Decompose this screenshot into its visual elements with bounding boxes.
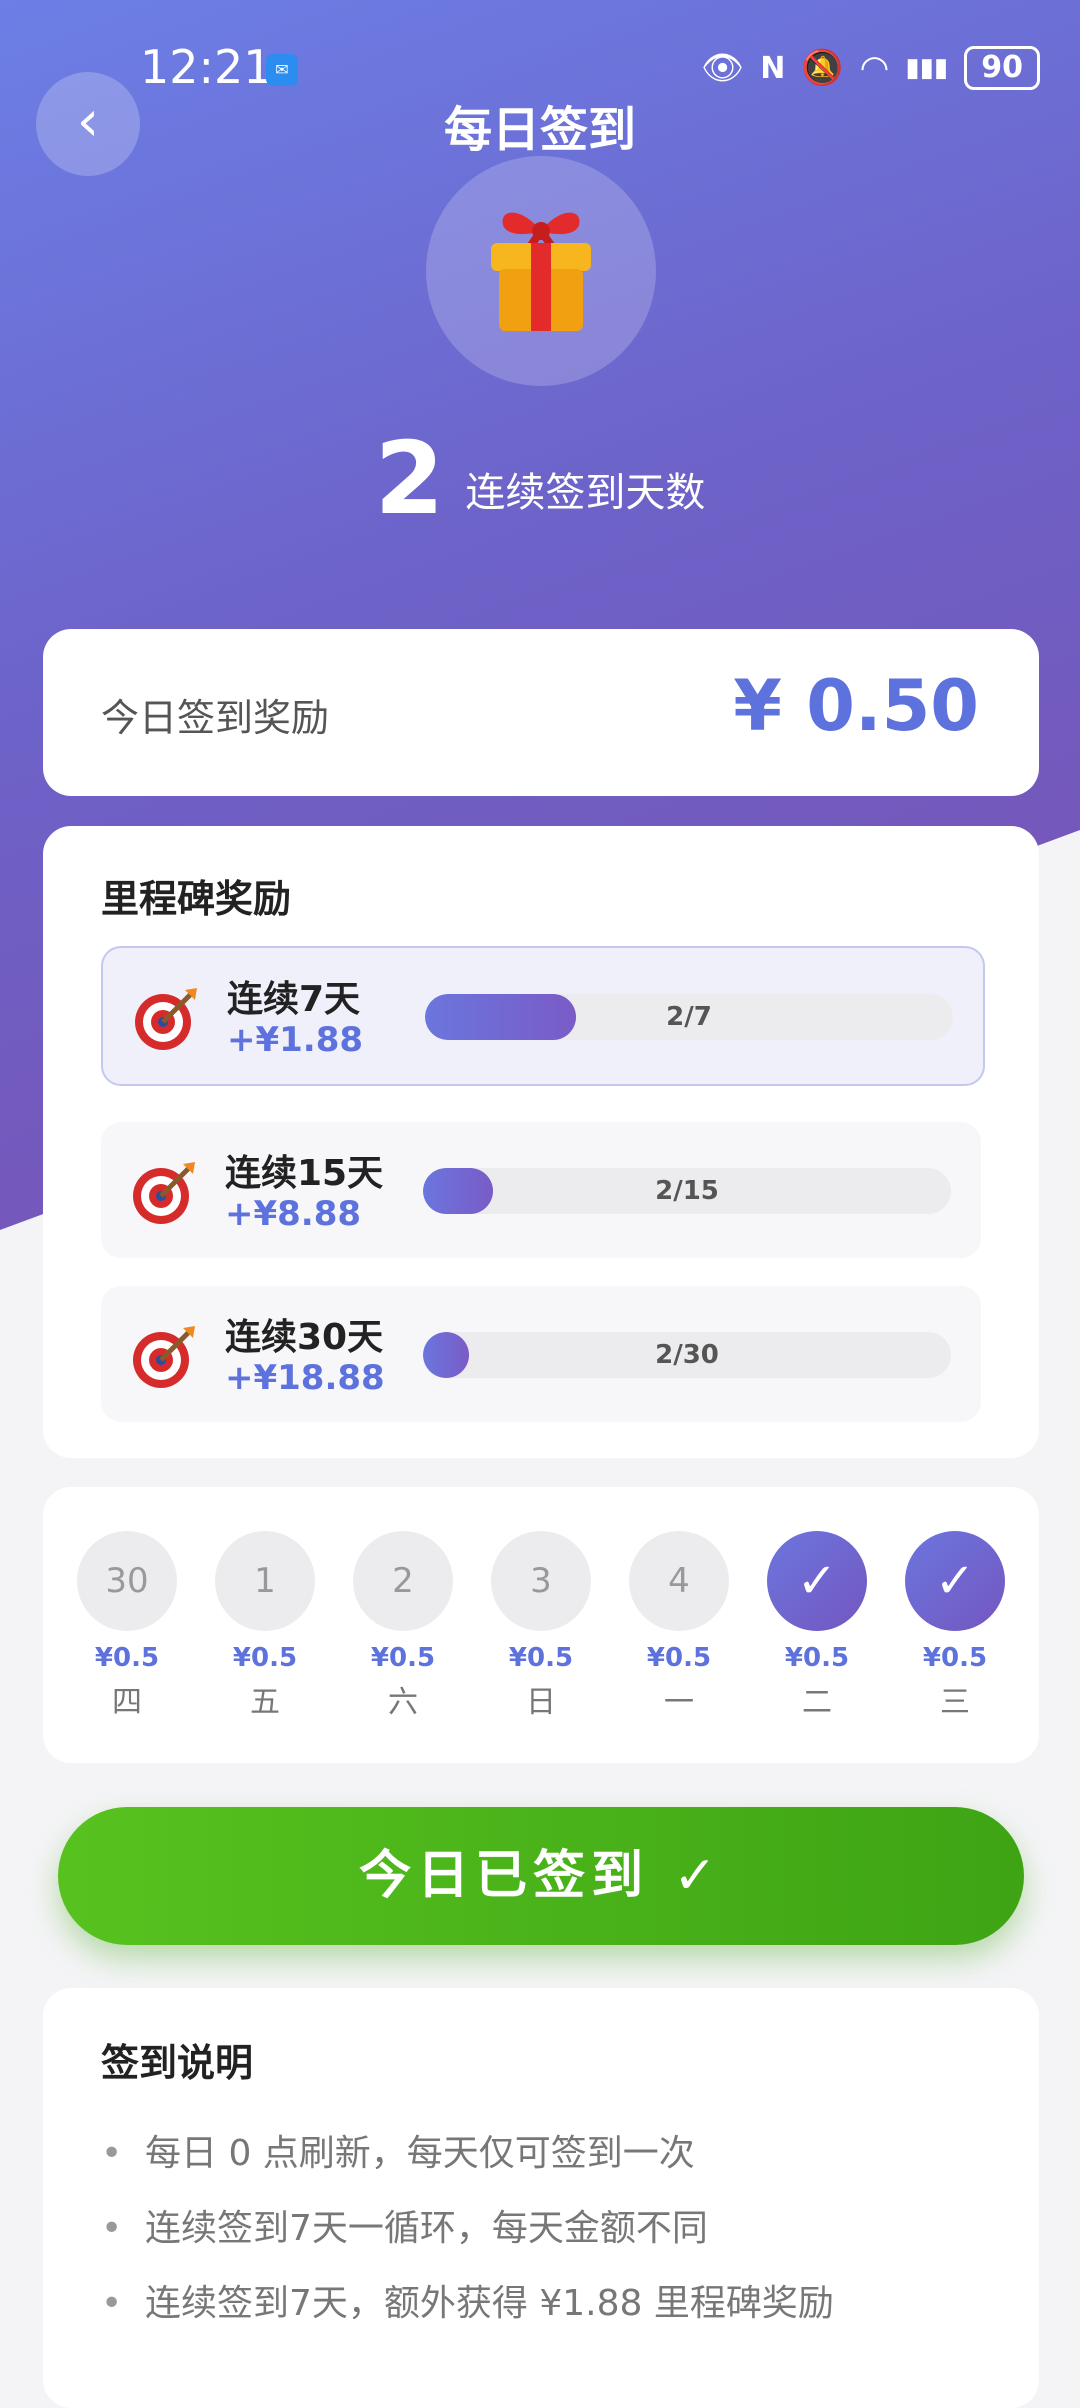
day-weekday: 一 [664, 1685, 694, 1720]
target-dart-icon [135, 988, 197, 1050]
day-weekday: 六 [388, 1685, 418, 1720]
day-amount: ¥0.5 [232, 1643, 298, 1673]
milestone-name: 连续7天 [227, 979, 361, 1020]
day-date: ✓ [767, 1531, 867, 1631]
status-icons: 👁 N 🔕 ◠ ▮▮▮ 90 [701, 46, 1040, 90]
gift-badge [426, 156, 656, 386]
streak-label: 连续签到天数 [465, 469, 706, 516]
milestone-name: 连续15天 [225, 1153, 384, 1194]
day-item: 4 ¥0.5 一 [629, 1531, 729, 1721]
streak-counter: 2 连续签到天数 [0, 420, 1080, 537]
nfc-icon: N [760, 50, 786, 86]
page-title: 每日签到 [443, 102, 636, 158]
milestone-name: 连续30天 [225, 1317, 384, 1358]
day-amount: ¥0.5 [646, 1643, 712, 1673]
rule-item: • 连续签到7天一循环，每天金额不同 [101, 2191, 834, 2266]
milestone-progress-text: 2/7 [666, 1002, 712, 1032]
rules-card: 签到说明 • 每日 0 点刷新，每天仅可签到一次 • 连续签到7天一循环，每天金额不… [43, 1988, 1039, 2408]
day-weekday: 四 [112, 1685, 142, 1720]
mute-bell-icon: 🔕 [801, 48, 844, 88]
rule-item: • 每日 0 点刷新，每天仅可签到一次 [101, 2116, 834, 2191]
target-dart-icon [133, 1326, 195, 1388]
day-amount: ¥0.5 [370, 1643, 436, 1673]
milestone-progress-text: 2/15 [655, 1176, 719, 1206]
bullet-icon: • [101, 2283, 123, 2324]
milestone-item: 连续15天 +¥8.88 2/15 [101, 1122, 981, 1258]
eye-icon: 👁 [701, 48, 745, 88]
day-weekday: 二 [802, 1685, 832, 1720]
status-time: 12:21 [140, 40, 273, 94]
day-item: 3 ¥0.5 日 [491, 1531, 591, 1721]
day-item: 2 ¥0.5 六 [353, 1531, 453, 1721]
milestone-progress-bar: 2/15 [423, 1168, 951, 1214]
milestone-reward: +¥18.88 [225, 1358, 385, 1398]
milestone-title: 里程碑奖励 [101, 877, 292, 921]
day-date: ✓ [905, 1531, 1005, 1631]
day-item: ✓ ¥0.5 二 [767, 1531, 867, 1721]
bullet-icon: • [101, 2208, 123, 2249]
day-weekday: 三 [940, 1685, 970, 1720]
rule-text: 连续签到7天一循环，每天金额不同 [145, 2208, 708, 2249]
weekly-checkin-card: 30 ¥0.5 四 1 ¥0.5 五 2 ¥0.5 六 3 ¥0.5 日 4 ¥… [43, 1487, 1039, 1763]
today-reward-label: 今日签到奖励 [101, 696, 330, 740]
milestone-progress-bar: 2/30 [423, 1332, 951, 1378]
day-date: 1 [215, 1531, 315, 1631]
battery-icon: 90 [964, 46, 1040, 90]
day-date: 3 [491, 1531, 591, 1631]
day-item: 30 ¥0.5 四 [77, 1531, 177, 1721]
milestone-card: 里程碑奖励 连续7天 +¥1.88 2/7 连续15天 +¥8.88 2/15 [43, 826, 1039, 1458]
day-amount: ¥0.5 [94, 1643, 160, 1673]
rules-list: • 每日 0 点刷新，每天仅可签到一次 • 连续签到7天一循环，每天金额不同 • 连续… [101, 2116, 834, 2341]
day-weekday: 五 [250, 1685, 280, 1720]
signed-in-button[interactable]: 今日已签到 ✓ [58, 1807, 1024, 1945]
milestone-item: 连续7天 +¥1.88 2/7 [101, 946, 985, 1086]
day-amount: ¥0.5 [784, 1643, 850, 1673]
day-date: 4 [629, 1531, 729, 1631]
wifi-icon: ◠ [859, 48, 890, 88]
milestone-progress-text: 2/30 [655, 1340, 719, 1370]
rules-title: 签到说明 [101, 2041, 254, 2085]
day-date: 2 [353, 1531, 453, 1631]
milestone-reward: +¥8.88 [225, 1194, 362, 1234]
bullet-icon: • [101, 2133, 123, 2174]
day-item: 1 ¥0.5 五 [215, 1531, 315, 1721]
milestone-progress-bar: 2/7 [425, 994, 953, 1040]
signal-4g-icon: ▮▮▮ [905, 53, 949, 83]
day-amount: ¥0.5 [508, 1643, 574, 1673]
day-date: 30 [77, 1531, 177, 1631]
milestone-reward: +¥1.88 [227, 1020, 364, 1060]
message-notification-icon: ✉ [266, 54, 298, 86]
gift-icon [491, 212, 591, 331]
today-reward-card: 今日签到奖励 ¥ 0.50 [43, 629, 1039, 796]
rule-text: 连续签到7天，额外获得 ¥1.88 里程碑奖励 [145, 2283, 834, 2324]
rule-item: • 连续签到7天，额外获得 ¥1.88 里程碑奖励 [101, 2266, 834, 2341]
milestone-item: 连续30天 +¥18.88 2/30 [101, 1286, 981, 1422]
today-reward-amount: ¥ 0.50 [733, 665, 979, 747]
target-dart-icon [133, 1162, 195, 1224]
day-item: ✓ ¥0.5 三 [905, 1531, 1005, 1721]
day-amount: ¥0.5 [922, 1643, 988, 1673]
rule-text: 每日 0 点刷新，每天仅可签到一次 [145, 2133, 695, 2174]
streak-days: 2 [374, 420, 445, 537]
day-weekday: 日 [526, 1685, 556, 1720]
